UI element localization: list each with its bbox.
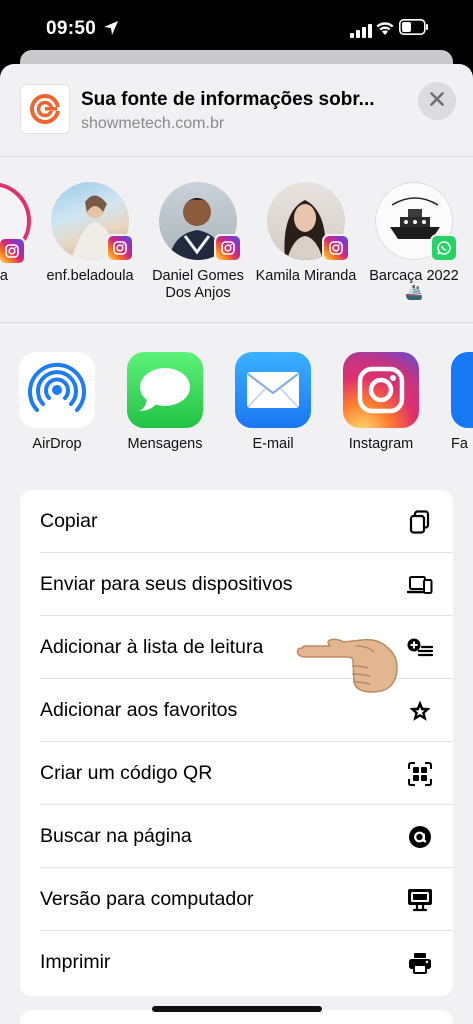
header-divider [0, 156, 473, 157]
action-send-to-devices[interactable]: Enviar para seus dispositivos [20, 553, 453, 616]
person-name: Kamila Miranda [255, 268, 357, 284]
action-copy[interactable]: Copiar [20, 490, 453, 553]
star-icon [407, 698, 433, 724]
qr-code-icon [407, 761, 433, 787]
instagram-badge-icon [106, 234, 134, 262]
person-name: enf.beladoula [46, 268, 134, 284]
printer-icon [407, 950, 433, 976]
page-url: showmetech.com.br [81, 115, 225, 132]
instagram-badge-icon [0, 237, 26, 265]
action-label: Copiar [40, 510, 98, 532]
site-logo-icon [20, 84, 70, 134]
battery-icon [399, 19, 429, 41]
action-label: Imprimir [40, 951, 111, 973]
app-label: Mensagens [127, 436, 203, 452]
action-create-qr[interactable]: Criar um código QR [20, 742, 453, 805]
desktop-icon [407, 887, 433, 913]
close-button[interactable] [418, 82, 456, 120]
app-label: E-mail [252, 436, 294, 452]
app-label: Instagram [348, 436, 414, 452]
action-find-on-page[interactable]: Buscar na página [20, 805, 453, 868]
mail-icon [235, 352, 311, 428]
apps-row: AirDrop Mensagens E-mail Instagram Fa [0, 352, 473, 462]
person-name: ra [0, 268, 8, 284]
share-sheet: Sua fonte de informações sobr... showmet… [0, 64, 473, 1024]
share-header: Sua fonte de informações sobr... showmet… [0, 64, 473, 156]
status-time: 09:50 [46, 18, 97, 39]
action-label: Buscar na página [40, 825, 192, 847]
action-label: Versão para computador [40, 888, 254, 910]
instagram-badge-icon [322, 234, 350, 262]
person-name: Barcaça 2022 🚢 [369, 268, 459, 301]
person-name: Daniel Gomes Dos Anjos [152, 268, 244, 301]
airdrop-icon [19, 352, 95, 428]
close-icon [430, 91, 444, 111]
copy-icon [407, 509, 433, 535]
people-suggestions-row: ra enf.beladoula [0, 182, 473, 322]
page-title: Sua fonte de informações sobr... [81, 89, 375, 110]
wifi-icon [375, 20, 395, 42]
home-indicator [152, 1006, 322, 1012]
pointing-hand-icon [296, 624, 400, 699]
facebook-icon [451, 352, 473, 428]
action-label: Criar um código QR [40, 762, 213, 784]
cellular-signal-icon [350, 22, 372, 44]
messages-icon [127, 352, 203, 428]
instagram-badge-icon [214, 234, 242, 262]
people-divider [0, 322, 473, 323]
action-label: Adicionar aos favoritos [40, 699, 238, 721]
reading-list-icon [407, 635, 433, 661]
action-label: Adicionar à lista de leitura [40, 636, 264, 658]
location-arrow-icon [103, 20, 119, 42]
actions-list: Copiar Enviar para seus dispositivos Adi… [20, 490, 453, 996]
app-label: AirDrop [32, 436, 82, 452]
whatsapp-badge-icon [430, 234, 458, 262]
instagram-icon [343, 352, 419, 428]
find-on-page-icon [407, 824, 433, 850]
app-label: Fa [451, 436, 468, 452]
action-desktop-version[interactable]: Versão para computador [20, 868, 453, 931]
edit-actions-card[interactable] [20, 1010, 453, 1024]
action-print[interactable]: Imprimir [20, 931, 453, 994]
action-label: Enviar para seus dispositivos [40, 573, 293, 595]
devices-icon [407, 572, 433, 598]
